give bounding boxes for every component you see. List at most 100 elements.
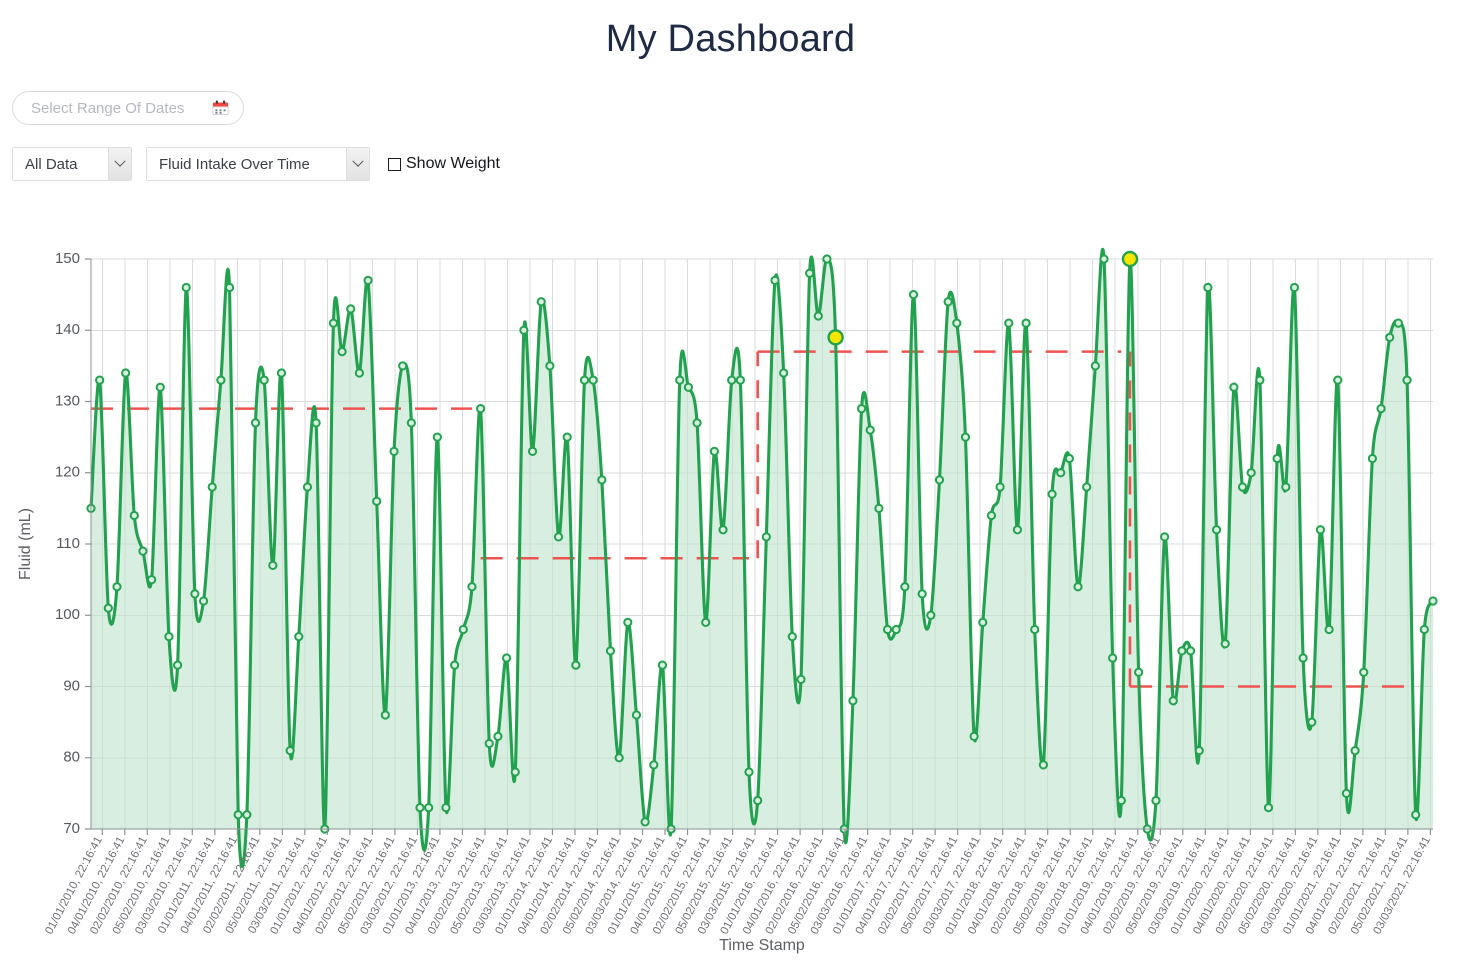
chart-point[interactable] xyxy=(917,589,927,599)
chart-point[interactable] xyxy=(553,532,564,542)
chart-point[interactable] xyxy=(424,803,434,813)
chart-point[interactable] xyxy=(1341,788,1352,798)
chart-point[interactable] xyxy=(450,660,460,670)
chart-point[interactable] xyxy=(242,810,252,820)
chart-point[interactable] xyxy=(95,375,105,385)
chart-point[interactable] xyxy=(346,304,356,314)
chart-point[interactable] xyxy=(545,361,555,371)
chart-point[interactable] xyxy=(103,603,113,613)
chart-point[interactable] xyxy=(510,767,520,777)
chart-point[interactable] xyxy=(709,446,719,456)
chart-point[interactable] xyxy=(354,368,364,378)
chart-point[interactable] xyxy=(995,482,1005,492)
chart-point[interactable] xyxy=(1038,760,1048,770)
chart-point[interactable] xyxy=(1411,810,1421,820)
chart-point[interactable] xyxy=(1151,795,1161,806)
chart-point[interactable] xyxy=(519,325,529,335)
chart-point[interactable] xyxy=(1263,803,1274,813)
chart-point[interactable] xyxy=(198,596,209,606)
chart-point[interactable] xyxy=(623,617,633,627)
chart-point[interactable] xyxy=(1012,525,1023,535)
chart-point[interactable] xyxy=(1315,525,1326,535)
chart-point[interactable] xyxy=(770,275,780,285)
chart-point[interactable] xyxy=(718,525,728,535)
chevron-down-icon[interactable] xyxy=(346,148,369,180)
chart-point[interactable] xyxy=(1004,318,1014,328)
chart-point[interactable] xyxy=(1272,453,1282,464)
chart-point[interactable] xyxy=(1307,717,1317,727)
chart-point[interactable] xyxy=(1177,646,1187,656)
chart-point[interactable] xyxy=(1281,482,1291,492)
show-weight-checkbox[interactable] xyxy=(388,157,401,171)
chart-point[interactable] xyxy=(224,282,235,293)
chart-point[interactable] xyxy=(1246,468,1256,478)
chart-point[interactable] xyxy=(138,546,148,556)
chart-point[interactable] xyxy=(588,375,598,385)
chart-point[interactable] xyxy=(129,510,139,521)
chart-point[interactable] xyxy=(605,646,616,656)
chart-point[interactable] xyxy=(1333,375,1343,385)
chart-point[interactable] xyxy=(649,760,659,770)
chart-point[interactable] xyxy=(1298,653,1308,663)
chart-point[interactable] xyxy=(779,368,789,378)
chart-point[interactable] xyxy=(969,731,979,741)
chart-point[interactable] xyxy=(1229,382,1239,392)
chart-point[interactable] xyxy=(302,482,313,492)
chart-point[interactable] xyxy=(1220,639,1230,649)
chart-point-highlighted[interactable] xyxy=(827,329,844,346)
chart-point[interactable] xyxy=(501,653,512,663)
chart-point[interactable] xyxy=(1185,646,1196,656)
chart-point[interactable] xyxy=(536,297,546,307)
data-scope-select[interactable]: All Data xyxy=(12,147,132,181)
chart-point[interactable] xyxy=(934,475,945,485)
chart-point[interactable] xyxy=(467,582,477,592)
chart-point[interactable] xyxy=(1160,532,1170,542)
chart-point[interactable] xyxy=(1108,653,1118,663)
chart-point[interactable] xyxy=(484,738,494,749)
chart-point[interactable] xyxy=(250,418,261,428)
chart-point[interactable] xyxy=(476,404,486,414)
chart-point[interactable] xyxy=(692,418,702,428)
chart-point[interactable] xyxy=(311,418,321,428)
chart-point[interactable] xyxy=(1073,582,1083,592)
chart-point[interactable] xyxy=(1194,746,1204,756)
chart-point[interactable] xyxy=(181,282,191,293)
chart-point[interactable] xyxy=(683,382,694,392)
chart-point[interactable] xyxy=(1385,332,1395,342)
chart-point[interactable] xyxy=(207,482,217,492)
chart-point[interactable] xyxy=(1203,282,1213,293)
chart-point[interactable] xyxy=(389,446,399,456)
chart-point[interactable] xyxy=(562,432,572,442)
chart-point[interactable] xyxy=(796,674,806,684)
chart-point[interactable] xyxy=(701,617,711,627)
chart-point[interactable] xyxy=(1021,318,1031,328)
chart-point[interactable] xyxy=(1064,453,1074,464)
chart-point[interactable] xyxy=(337,347,347,357)
chart-point[interactable] xyxy=(952,318,962,328)
chart-point[interactable] xyxy=(735,375,745,385)
chart-point[interactable] xyxy=(1168,696,1178,706)
chart-point[interactable] xyxy=(268,560,278,570)
chart-point[interactable] xyxy=(882,624,893,635)
chart-point[interactable] xyxy=(675,375,685,385)
chart-point[interactable] xyxy=(640,817,650,827)
chart-point[interactable] xyxy=(631,710,642,720)
show-weight-toggle[interactable]: Show Weight xyxy=(388,155,500,173)
chart-point[interactable] xyxy=(848,696,858,706)
chart-point[interactable] xyxy=(1134,667,1144,677)
metric-select[interactable]: Fluid Intake Over Time xyxy=(146,147,370,181)
chart-point[interactable] xyxy=(1324,624,1334,635)
chart-point[interactable] xyxy=(597,475,607,485)
chart-point[interactable] xyxy=(900,582,910,592)
chart-point[interactable] xyxy=(1402,375,1412,385)
chart-point[interactable] xyxy=(406,418,416,428)
chart-point[interactable] xyxy=(1350,746,1360,756)
chart-point[interactable] xyxy=(1428,596,1438,606)
chart-point[interactable] xyxy=(259,375,269,385)
chart-point[interactable] xyxy=(493,731,503,741)
chart-point[interactable] xyxy=(753,795,763,806)
chart-point[interactable] xyxy=(614,753,624,763)
chart-point[interactable] xyxy=(1359,667,1369,677)
calendar-icon[interactable] xyxy=(212,100,229,117)
chart-point[interactable] xyxy=(380,710,390,720)
